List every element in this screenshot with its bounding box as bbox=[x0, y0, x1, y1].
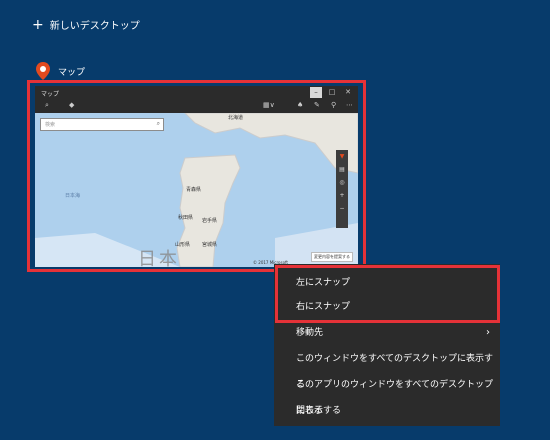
window-thumbnail-highlight[interactable]: マップ – □ ✕ ⌕ ◆ ▦∨ ♠ ✎ ⚲ ⋯ 検索 ⌕ 北海道 日本海 青森… bbox=[27, 80, 366, 272]
thumbnail-titlebar: マップ – □ ✕ bbox=[35, 86, 358, 99]
menu-item-move-to[interactable]: 移動先 › bbox=[274, 320, 500, 346]
zoom-in-icon: + bbox=[339, 192, 345, 199]
chevron-right-icon: › bbox=[486, 327, 490, 338]
zoom-out-icon: − bbox=[339, 205, 345, 212]
maximize-icon: □ bbox=[328, 88, 336, 96]
compass-icon: ▼ bbox=[339, 153, 345, 160]
menu-item-show-window-all-desktops[interactable]: このウィンドウをすべてのデスクトップに表示する bbox=[274, 346, 500, 390]
window-header: マップ bbox=[36, 62, 85, 80]
feedback-button: 変更内容を提案する bbox=[311, 252, 353, 262]
map-label-akita: 秋田県 bbox=[178, 215, 194, 221]
traffic-icon: ♠ bbox=[297, 101, 304, 109]
map-zoom-controls: ▼ ▤ ◎ + − bbox=[336, 150, 348, 228]
person-icon: ⚲ bbox=[331, 101, 337, 109]
map-label-iwate: 岩手県 bbox=[202, 218, 218, 224]
map-view-icon: ▦∨ bbox=[263, 101, 275, 109]
search-placeholder: 検索 bbox=[45, 122, 56, 128]
menu-item-close[interactable]: 閉じる bbox=[274, 398, 500, 424]
locate-icon: ◎ bbox=[339, 179, 345, 186]
pen-icon: ✎ bbox=[314, 101, 320, 109]
menu-item-label: 閉じる bbox=[296, 406, 324, 416]
directions-icon: ◆ bbox=[69, 101, 75, 109]
more-icon: ⋯ bbox=[346, 101, 353, 109]
new-desktop-button[interactable]: + 新しいデスクトップ bbox=[32, 16, 140, 33]
window-app-name: マップ bbox=[58, 67, 86, 78]
map-label-miyagi: 宮城県 bbox=[202, 242, 218, 248]
map-label-aomori: 青森県 bbox=[186, 187, 202, 193]
map-label-hokkaido: 北海道 bbox=[228, 115, 244, 121]
new-desktop-label: 新しいデスクトップ bbox=[49, 21, 140, 32]
menu-item-show-app-all-desktops[interactable]: このアプリのウィンドウをすべてのデスクトップに表示する bbox=[274, 372, 500, 416]
plus-icon: + bbox=[32, 16, 44, 33]
search-icon: ⌕ bbox=[156, 120, 160, 127]
map-toolbar: ⌕ ◆ ▦∨ ♠ ✎ ⚲ ⋯ bbox=[35, 99, 358, 113]
location-pin-icon bbox=[36, 62, 50, 80]
snap-options-highlight bbox=[275, 265, 500, 323]
close-icon: ✕ bbox=[345, 88, 351, 96]
map-label-japan: 日本 bbox=[138, 249, 180, 267]
map-label-japan-sea: 日本海 bbox=[65, 193, 81, 199]
window-thumbnail[interactable]: マップ – □ ✕ ⌕ ◆ ▦∨ ♠ ✎ ⚲ ⋯ 検索 ⌕ 北海道 日本海 青森… bbox=[35, 86, 358, 267]
menu-item-label: 移動先 bbox=[296, 328, 324, 338]
tilt-icon: ▤ bbox=[339, 166, 345, 173]
map-search-box: 検索 ⌕ bbox=[40, 118, 164, 131]
thumbnail-title: マップ bbox=[41, 91, 60, 98]
minimize-icon: – bbox=[310, 87, 322, 98]
search-icon: ⌕ bbox=[45, 101, 49, 109]
